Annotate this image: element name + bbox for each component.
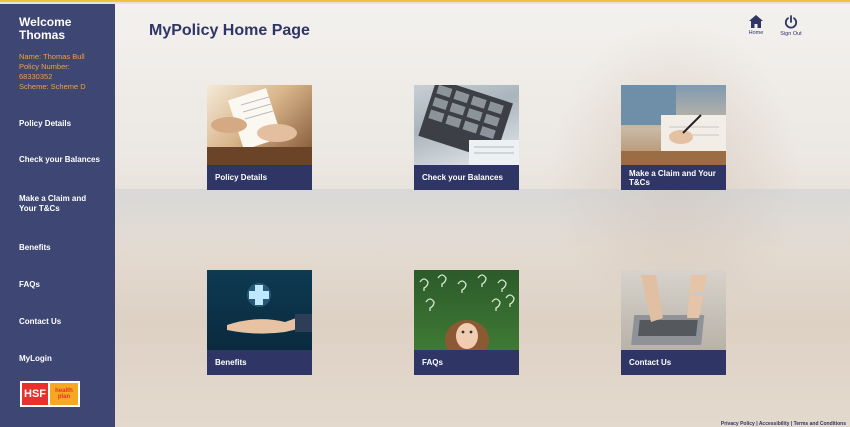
footer-links: Privacy Policy | Accessibility | Terms a…: [721, 421, 846, 427]
sidebar-item-policy-details[interactable]: Policy Details: [19, 119, 71, 129]
tile-faqs[interactable]: FAQs: [414, 270, 519, 375]
hsf-health-plan-logo: HSF health plan: [20, 381, 82, 407]
terms-link[interactable]: Terms and Conditions: [794, 421, 846, 427]
accessibility-link[interactable]: Accessibility: [759, 421, 790, 427]
logo-hsf: HSF: [20, 381, 50, 407]
member-name: Name: Thomas Bull: [19, 52, 85, 61]
tile-make-claim[interactable]: Make a Claim and Your T&Cs: [621, 85, 726, 190]
tile-label: Policy Details: [207, 165, 312, 190]
tile-label: Make a Claim and Your T&Cs: [621, 165, 726, 190]
welcome-heading: Welcome Thomas: [19, 15, 72, 42]
sidebar-item-benefits[interactable]: Benefits: [19, 243, 51, 253]
member-info: Name: Thomas Bull Policy Number: 6833035…: [19, 52, 109, 92]
sidebar: Welcome Thomas Name: Thomas Bull Policy …: [0, 4, 115, 427]
tile-label: FAQs: [414, 350, 519, 375]
sidebar-item-check-balances[interactable]: Check your Balances: [19, 155, 100, 165]
policy-details-image: [207, 85, 312, 165]
policy-number: Policy Number: 68330352: [19, 62, 70, 81]
sign-out-button[interactable]: Sign Out: [776, 15, 806, 37]
background-horizon: [115, 189, 850, 249]
privacy-policy-link[interactable]: Privacy Policy: [721, 421, 755, 427]
home-icon: [749, 15, 763, 28]
laptop-image: [621, 270, 726, 350]
tile-check-balances[interactable]: Check your Balances: [414, 85, 519, 190]
home-button[interactable]: Home: [741, 15, 771, 36]
logo-plan: plan: [57, 394, 71, 400]
calculator-image: [414, 85, 519, 165]
tile-label: Check your Balances: [414, 165, 519, 190]
faqs-image: [414, 270, 519, 350]
sidebar-item-make-claim[interactable]: Make a Claim and Your T&Cs: [19, 194, 99, 214]
sidebar-item-faqs[interactable]: FAQs: [19, 280, 40, 290]
writing-image: [621, 85, 726, 165]
power-icon: [784, 15, 798, 29]
sidebar-item-mylogin[interactable]: MyLogin: [19, 354, 52, 364]
page-title: MyPolicy Home Page: [149, 22, 310, 39]
tile-label: Contact Us: [621, 350, 726, 375]
tile-contact-us[interactable]: Contact Us: [621, 270, 726, 375]
scheme-name: Scheme: Scheme D: [19, 82, 86, 91]
app-frame: Welcome Thomas Name: Thomas Bull Policy …: [0, 0, 850, 427]
sign-out-label: Sign Out: [780, 31, 802, 37]
tile-label: Benefits: [207, 350, 312, 375]
logo-health-plan: health plan: [50, 381, 80, 407]
benefits-image: [207, 270, 312, 350]
tile-benefits[interactable]: Benefits: [207, 270, 312, 375]
sidebar-item-contact-us[interactable]: Contact Us: [19, 317, 61, 327]
tile-policy-details[interactable]: Policy Details: [207, 85, 312, 190]
home-label: Home: [748, 30, 764, 36]
